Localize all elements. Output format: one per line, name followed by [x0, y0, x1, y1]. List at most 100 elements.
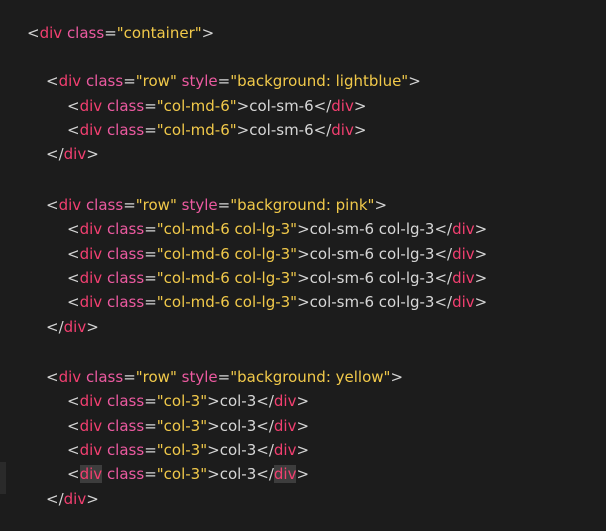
code-token-punct: </ [434, 220, 453, 238]
code-line[interactable]: <div class="row" style="background: pink… [46, 194, 387, 216]
code-token-punct: > [207, 417, 220, 435]
code-token-punct: </ [313, 97, 332, 115]
code-area[interactable]: <div class="container"> <div class="row" … [0, 0, 606, 531]
code-token-tag: div [63, 318, 87, 336]
code-token-tag: div [58, 72, 82, 90]
code-token-punct: = [144, 269, 157, 287]
code-token-punct: > [296, 441, 310, 459]
code-token-attr: class [106, 465, 145, 483]
code-token-punct: </ [256, 441, 274, 459]
code-token-attr: class [85, 196, 124, 214]
code-line[interactable]: <div class="col-3">col-3</div> [67, 439, 309, 461]
code-token-punct: = [123, 196, 136, 214]
code-line[interactable]: <div class="col-3">col-3</div> [67, 390, 309, 412]
code-token-punct: < [67, 121, 80, 139]
code-token-punct: > [296, 465, 310, 483]
code-token-str: "col-md-6 col-lg-3" [156, 245, 298, 263]
code-token-attr: class [106, 441, 145, 459]
code-token-punct: </ [46, 318, 64, 336]
code-token-tag: div [63, 145, 87, 163]
code-token-hl: div [273, 465, 297, 483]
code-token-str: "container" [116, 24, 202, 42]
code-token-punct: = [144, 392, 157, 410]
code-token-tag: div [79, 293, 103, 311]
code-token-punct: > [207, 392, 220, 410]
code-token-str: "row" [135, 196, 177, 214]
code-token-text: col-sm-6 [249, 121, 314, 139]
code-token-punct: < [67, 220, 80, 238]
code-token-tag: div [273, 417, 297, 435]
code-line[interactable]: <div class="row" style="background: ligh… [46, 70, 421, 92]
code-token-punct: </ [256, 417, 274, 435]
code-token-text: col-3 [219, 392, 257, 410]
code-line[interactable]: <div class="container"> [27, 22, 214, 44]
code-token-punct: > [474, 269, 488, 287]
code-token-str: "col-md-6" [156, 121, 237, 139]
code-line[interactable]: <div class="col-3">col-3</div> [67, 463, 309, 485]
code-token-punct: > [390, 368, 404, 386]
code-token-punct: = [104, 24, 117, 42]
code-token-tag: div [79, 245, 103, 263]
code-line[interactable]: <div class="col-md-6 col-lg-3">col-sm-6 … [67, 267, 487, 289]
code-token-punct: = [217, 72, 231, 90]
code-token-punct: = [144, 245, 157, 263]
code-token-tag: div [452, 245, 475, 263]
code-token-punct: > [207, 465, 220, 483]
code-token-punct: > [86, 145, 99, 163]
code-token-punct: < [67, 97, 80, 115]
code-token-punct: > [297, 220, 310, 238]
code-line[interactable]: </div> [46, 488, 99, 510]
code-token-punct: = [144, 417, 157, 435]
code-token-str: "row" [135, 368, 177, 386]
code-token-punct: < [27, 24, 40, 42]
code-token-punct: > [201, 24, 215, 42]
code-token-attr: class [106, 220, 145, 238]
code-token-tag: div [79, 121, 103, 139]
code-token-tag: div [58, 368, 82, 386]
code-token-tag: div [79, 220, 103, 238]
code-token-punct: > [474, 245, 488, 263]
code-line[interactable]: <div class="col-3">col-3</div> [67, 415, 309, 437]
code-token-punct: > [296, 417, 310, 435]
code-token-text: col-3 [219, 465, 257, 483]
code-token-punct: > [86, 318, 99, 336]
code-token-attr: class [106, 269, 145, 287]
code-line[interactable]: <div class="col-md-6 col-lg-3">col-sm-6 … [67, 218, 487, 240]
code-token-attr: class [106, 293, 145, 311]
code-token-text: col-sm-6 [249, 97, 314, 115]
code-token-str: "col-md-6 col-lg-3" [156, 269, 298, 287]
code-token-punct: </ [46, 490, 64, 508]
code-token-punct: </ [434, 269, 453, 287]
code-token-str: "background: yellow" [230, 368, 391, 386]
code-token-punct: < [46, 72, 59, 90]
code-token-punct: > [353, 97, 367, 115]
code-line[interactable]: <div class="col-md-6">col-sm-6</div> [67, 119, 366, 141]
code-token-text: col-3 [219, 417, 257, 435]
code-token-tag: div [79, 97, 103, 115]
code-token-punct: > [374, 196, 388, 214]
code-line[interactable]: </div> [46, 143, 99, 165]
code-token-punct: > [236, 121, 250, 139]
code-token-tag: div [331, 97, 354, 115]
code-token-text: col-sm-6 col-lg-3 [309, 245, 435, 263]
code-editor[interactable]: <div class="container"> <div class="row" … [0, 0, 606, 531]
code-token-str: "col-md-6 col-lg-3" [156, 293, 298, 311]
code-line[interactable]: </div> [46, 316, 99, 338]
code-token-punct: < [67, 417, 80, 435]
code-token-punct: < [67, 293, 80, 311]
code-token-attr: class [106, 245, 145, 263]
code-token-attr: class [106, 392, 145, 410]
code-token-text: col-sm-6 col-lg-3 [309, 269, 435, 287]
code-token-str: "col-3" [156, 392, 208, 410]
code-line[interactable]: <div class="col-md-6">col-sm-6</div> [67, 95, 366, 117]
code-line[interactable]: <div class="col-md-6 col-lg-3">col-sm-6 … [67, 291, 487, 313]
code-token-punct: = [123, 368, 136, 386]
code-token-punct: </ [434, 245, 453, 263]
code-token-punct: > [474, 293, 488, 311]
code-token-punct: = [144, 441, 157, 459]
code-token-punct: > [353, 121, 367, 139]
code-token-str: "background: pink" [230, 196, 375, 214]
code-line[interactable]: <div class="col-md-6 col-lg-3">col-sm-6 … [67, 243, 487, 265]
code-token-tag: div [452, 220, 475, 238]
code-line[interactable]: <div class="row" style="background: yell… [46, 366, 403, 388]
